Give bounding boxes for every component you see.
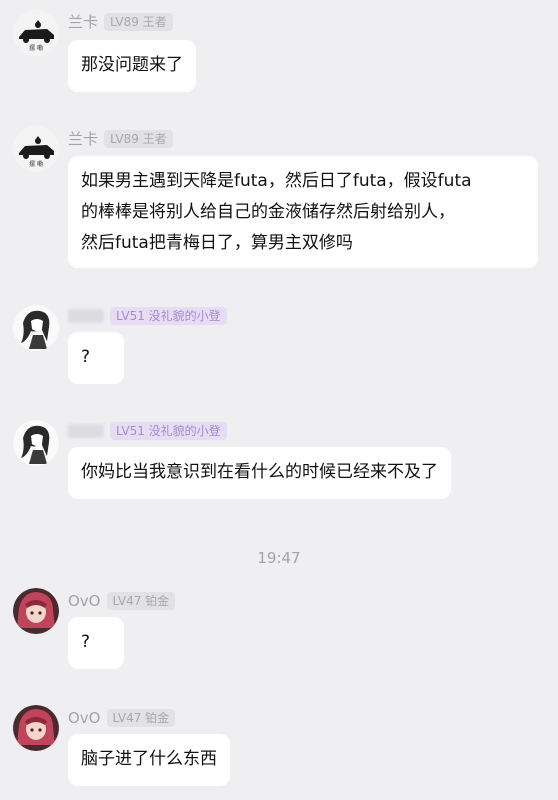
red-hair-girl-avatar-icon xyxy=(13,588,59,634)
level-badge: LV51 没礼貌的小登 xyxy=(110,422,227,440)
svg-text:摆 嘞: 摆 嘞 xyxy=(29,44,43,52)
message-header: OvO LV47 铂金 xyxy=(68,708,176,728)
sender-name[interactable]: 兰卡 xyxy=(68,129,98,149)
level-badge: LV89 王者 xyxy=(104,13,173,31)
message-header: 兰卡 LV89 王者 xyxy=(68,129,173,149)
svg-text:摆 嘞: 摆 嘞 xyxy=(29,160,43,168)
anime-girl-avatar-icon xyxy=(13,305,59,351)
sender-name[interactable]: OvO xyxy=(68,591,101,611)
level-badge: LV51 没礼貌的小登 xyxy=(110,307,227,325)
sender-name[interactable] xyxy=(68,309,104,323)
message-bubble[interactable]: 那没问题来了 xyxy=(68,40,196,92)
cat-car-avatar-icon: 摆 嘞 xyxy=(13,126,59,172)
anime-girl-avatar-icon xyxy=(13,420,59,466)
message-header: LV51 没礼貌的小登 xyxy=(68,421,227,441)
sender-name[interactable]: OvO xyxy=(68,708,101,728)
avatar[interactable] xyxy=(13,305,59,351)
message-header: LV51 没礼貌的小登 xyxy=(68,306,227,326)
sender-name[interactable]: 兰卡 xyxy=(68,12,98,32)
sender-name[interactable] xyxy=(68,424,104,438)
message-header: 兰卡 LV89 王者 xyxy=(68,12,173,32)
message-bubble[interactable]: 你妈比当我意识到在看什么的时候已经来不及了 xyxy=(68,447,451,499)
message-header: OvO LV47 铂金 xyxy=(68,591,176,611)
message-bubble[interactable]: 如果男主遇到天降是futa，然后日了futa，假设futa 的棒棒是将别人给自己… xyxy=(68,156,538,268)
message-bubble[interactable]: 脑子进了什么东西 xyxy=(68,734,230,786)
avatar[interactable] xyxy=(13,705,59,751)
avatar[interactable] xyxy=(13,588,59,634)
red-hair-girl-avatar-icon xyxy=(13,705,59,751)
level-badge: LV47 铂金 xyxy=(106,592,176,610)
avatar[interactable]: 摆 嘞 xyxy=(13,126,59,172)
timestamp: 19:47 xyxy=(257,549,301,567)
cat-car-avatar-icon: 摆 嘞 xyxy=(13,10,59,56)
message-bubble[interactable]: ? xyxy=(68,332,124,384)
avatar[interactable] xyxy=(13,420,59,466)
level-badge: LV47 铂金 xyxy=(106,709,176,727)
level-badge: LV89 王者 xyxy=(104,130,173,148)
avatar[interactable]: 摆 嘞 xyxy=(13,10,59,56)
message-bubble[interactable]: ? xyxy=(68,617,124,669)
